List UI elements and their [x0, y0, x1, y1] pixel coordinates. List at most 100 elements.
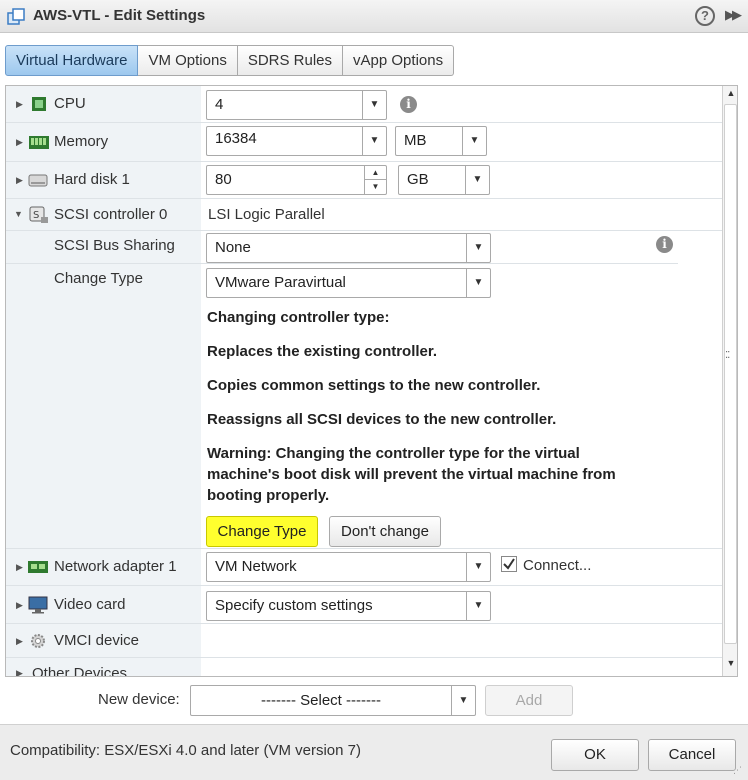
- tab-vapp-options[interactable]: vApp Options: [343, 45, 455, 76]
- warning-message: booting properly.: [207, 487, 330, 504]
- hard-disk-icon: [28, 174, 48, 187]
- video-card-label: Video card: [54, 596, 126, 613]
- tab-virtual-hardware[interactable]: Virtual Hardware: [5, 45, 139, 76]
- chevron-down-icon: ▼: [466, 269, 490, 297]
- scsi-controller-icon: S: [29, 206, 48, 223]
- spinner-stepper[interactable]: ▲ ▼: [364, 166, 386, 194]
- resize-grip-icon[interactable]: ⋰: [733, 765, 742, 776]
- grip-icon: ⁚⁚: [725, 350, 730, 361]
- video-card-select[interactable]: Specify custom settings ▼: [206, 591, 491, 621]
- expand-triangle-icon[interactable]: ▶: [16, 600, 23, 611]
- cpu-value: 4: [215, 96, 224, 113]
- chevron-down-icon: ▼: [466, 592, 490, 620]
- video-card-value: Specify custom settings: [215, 597, 373, 614]
- chevron-down-icon: ▼: [466, 234, 490, 262]
- change-message: Reassigns all SCSI devices to the new co…: [207, 411, 557, 428]
- connect-label: Connect...: [523, 557, 592, 574]
- network-adapter-label: Network adapter 1: [54, 558, 177, 575]
- expand-triangle-icon[interactable]: ▶: [16, 636, 23, 647]
- change-type-section: Change Type VMware Paravirtual ▼ Changin…: [6, 264, 722, 549]
- hard-disk-unit: GB: [407, 171, 429, 188]
- expand-triangle-icon[interactable]: ▶: [16, 175, 23, 186]
- vertical-scrollbar[interactable]: ▲ ⁚⁚ ▼: [722, 86, 737, 676]
- hard-disk-value: 80: [215, 171, 232, 188]
- scsi-bus-sharing-label: SCSI Bus Sharing: [54, 237, 175, 254]
- hard-disk-label: Hard disk 1: [54, 171, 130, 188]
- connect-checkbox[interactable]: [501, 556, 517, 572]
- vmci-device-label: VMCI device: [54, 632, 140, 649]
- cpu-row: ▶ CPU 4 ▼ i: [6, 86, 722, 123]
- collapse-triangle-icon[interactable]: ▼: [14, 209, 23, 219]
- network-select[interactable]: VM Network ▼: [206, 552, 491, 582]
- change-message: Copies common settings to the new contro…: [207, 377, 541, 394]
- chevron-down-icon: ▼: [466, 553, 490, 581]
- svg-text:S: S: [33, 210, 39, 221]
- hard-disk-unit-select[interactable]: GB ▼: [398, 165, 490, 195]
- chevron-down-icon: ▼: [462, 127, 486, 155]
- chevron-down-icon: ▼: [451, 686, 475, 715]
- footer: Compatibility: ESX/ESXi 4.0 and later (V…: [0, 724, 748, 780]
- video-card-icon: [28, 596, 48, 614]
- change-message: Changing controller type:: [207, 309, 390, 326]
- new-device-label: New device:: [98, 691, 180, 708]
- network-adapter-row: ▶ Network adapter 1 VM Network ▼ Connect…: [6, 549, 722, 586]
- new-device-select[interactable]: ------- Select ------- ▼: [190, 685, 476, 716]
- hardware-panel: ▶ CPU 4 ▼ i ▶ Memory 16384 ▼ MB ▼ ▶ Hard…: [5, 85, 738, 677]
- other-devices-label: Other Devices: [32, 665, 128, 677]
- chevron-down-icon: ▼: [465, 166, 489, 194]
- network-value: VM Network: [215, 558, 297, 575]
- change-type-button[interactable]: Change Type: [206, 516, 318, 547]
- vmci-device-row: ▶ VMCI device: [6, 624, 722, 658]
- memory-row: ▶ Memory 16384 ▼ MB ▼: [6, 123, 722, 162]
- warning-message: Warning: Changing the controller type fo…: [207, 445, 580, 462]
- dont-change-button[interactable]: Don't change: [329, 516, 441, 547]
- hard-disk-row: ▶ Hard disk 1 80 ▲ ▼ GB ▼: [6, 162, 722, 199]
- scroll-up-icon[interactable]: ▲: [723, 88, 737, 102]
- new-device-value: ------- Select -------: [261, 692, 381, 709]
- title-bar: AWS-VTL - Edit Settings ? ▶▶: [0, 0, 748, 33]
- scroll-down-icon[interactable]: ▼: [723, 658, 737, 672]
- memory-unit-select[interactable]: MB ▼: [395, 126, 487, 156]
- cpu-select[interactable]: 4 ▼: [206, 90, 387, 120]
- window-title: AWS-VTL - Edit Settings: [33, 7, 206, 24]
- add-device-button[interactable]: Add: [485, 685, 573, 716]
- memory-input[interactable]: 16384 ▼: [206, 126, 387, 156]
- scsi-controller-label: SCSI controller 0: [54, 206, 168, 223]
- cpu-label: CPU: [54, 95, 86, 112]
- scsi-bus-sharing-value: None: [215, 239, 251, 256]
- scsi-controller-row: ▼ S SCSI controller 0 LSI Logic Parallel: [6, 199, 722, 231]
- change-type-label: Change Type: [54, 270, 143, 287]
- change-message: Replaces the existing controller.: [207, 343, 438, 360]
- cpu-icon: [32, 97, 46, 111]
- chevron-down-icon: ▼: [362, 91, 386, 119]
- chevron-down-icon: ▼: [362, 127, 386, 155]
- help-icon[interactable]: ?: [695, 6, 715, 26]
- scsi-bus-sharing-select[interactable]: None ▼: [206, 233, 491, 263]
- memory-label: Memory: [54, 133, 109, 150]
- vm-icon: [7, 8, 25, 25]
- expand-triangle-icon[interactable]: ▶: [16, 668, 23, 676]
- info-icon[interactable]: i: [656, 236, 673, 253]
- video-card-row: ▶ Video card Specify custom settings ▼: [6, 586, 722, 624]
- scsi-bus-sharing-row: SCSI Bus Sharing None ▼ i: [6, 231, 678, 264]
- expand-icon[interactable]: ▶▶: [725, 7, 742, 23]
- expand-triangle-icon[interactable]: ▶: [16, 99, 23, 110]
- network-adapter-icon: [28, 561, 48, 573]
- info-icon[interactable]: i: [400, 96, 417, 113]
- scroll-thumb[interactable]: [724, 104, 737, 644]
- expand-triangle-icon[interactable]: ▶: [16, 137, 23, 148]
- change-type-select[interactable]: VMware Paravirtual ▼: [206, 268, 491, 298]
- tab-vm-options[interactable]: VM Options: [138, 45, 238, 76]
- expand-triangle-icon[interactable]: ▶: [16, 562, 23, 573]
- tab-sdrs-rules[interactable]: SDRS Rules: [237, 45, 344, 76]
- scsi-controller-value: LSI Logic Parallel: [208, 206, 325, 223]
- other-devices-row: ▶ Other Devices: [6, 658, 722, 677]
- memory-icon: [29, 136, 49, 149]
- memory-unit: MB: [404, 132, 427, 149]
- cancel-button[interactable]: Cancel: [648, 739, 736, 771]
- ok-button[interactable]: OK: [551, 739, 639, 771]
- warning-message: machine's boot disk will prevent the vir…: [207, 466, 616, 483]
- vmci-icon: [31, 634, 45, 648]
- hard-disk-size-input[interactable]: 80 ▲ ▼: [206, 165, 387, 195]
- memory-value: 16384: [215, 130, 257, 147]
